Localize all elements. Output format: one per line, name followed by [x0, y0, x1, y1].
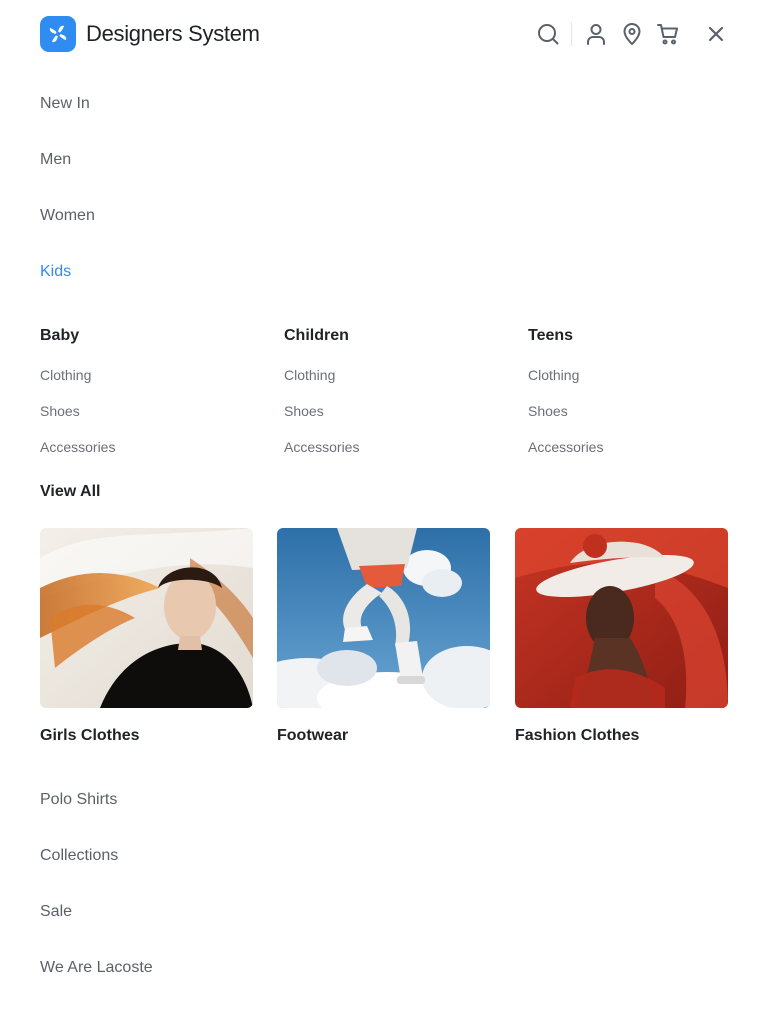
- menu-column-baby: Baby Clothing Shoes Accessories: [40, 326, 260, 455]
- menu-link-clothing[interactable]: Clothing: [40, 366, 91, 384]
- search-icon[interactable]: [534, 20, 562, 48]
- brand-name[interactable]: Designers System: [86, 20, 260, 48]
- promo-card-label: Fashion Clothes: [515, 727, 640, 744]
- nav-item-women[interactable]: Women: [40, 206, 95, 226]
- menu-link-accessories[interactable]: Accessories: [528, 438, 603, 456]
- promo-card-footwear[interactable]: Footwear: [277, 528, 490, 744]
- nav-item-new-in[interactable]: New In: [40, 94, 90, 114]
- close-icon[interactable]: [702, 20, 730, 48]
- nav-item-sale[interactable]: Sale: [40, 902, 72, 922]
- header-divider: [571, 22, 572, 46]
- menu-column-children: Children Clothing Shoes Accessories: [284, 326, 504, 455]
- header: Designers System: [0, 0, 768, 68]
- promo-card-label: Girls Clothes: [40, 727, 140, 744]
- promo-image: [40, 528, 253, 708]
- menu-column-teens: Teens Clothing Shoes Accessories: [528, 326, 748, 455]
- menu-link-accessories[interactable]: Accessories: [40, 438, 115, 456]
- column-title[interactable]: Children: [284, 326, 504, 346]
- nav-item-we-are-lacoste[interactable]: We Are Lacoste: [40, 958, 153, 978]
- nav-item-collections[interactable]: Collections: [40, 846, 118, 866]
- menu-link-shoes[interactable]: Shoes: [284, 402, 324, 420]
- promo-card-fashion-clothes[interactable]: Fashion Clothes: [515, 528, 728, 744]
- nav-item-polo-shirts[interactable]: Polo Shirts: [40, 790, 117, 810]
- menu-link-clothing[interactable]: Clothing: [284, 366, 335, 384]
- user-icon[interactable]: [582, 20, 610, 48]
- promo-image: [515, 528, 728, 708]
- location-pin-icon[interactable]: [618, 20, 646, 48]
- view-all-link[interactable]: View All: [40, 482, 100, 502]
- brand-logo-icon[interactable]: [40, 16, 76, 52]
- nav-item-kids[interactable]: Kids: [40, 262, 71, 282]
- menu-link-shoes[interactable]: Shoes: [528, 402, 568, 420]
- promo-card-label: Footwear: [277, 727, 349, 744]
- menu-link-shoes[interactable]: Shoes: [40, 402, 80, 420]
- promo-image: [277, 528, 490, 708]
- cart-icon[interactable]: [654, 20, 682, 48]
- column-title[interactable]: Teens: [528, 326, 748, 346]
- column-title[interactable]: Baby: [40, 326, 260, 346]
- menu-link-clothing[interactable]: Clothing: [528, 366, 579, 384]
- promo-card-girls-clothes[interactable]: Girls Clothes: [40, 528, 253, 744]
- menu-link-accessories[interactable]: Accessories: [284, 438, 359, 456]
- nav-item-men[interactable]: Men: [40, 150, 71, 170]
